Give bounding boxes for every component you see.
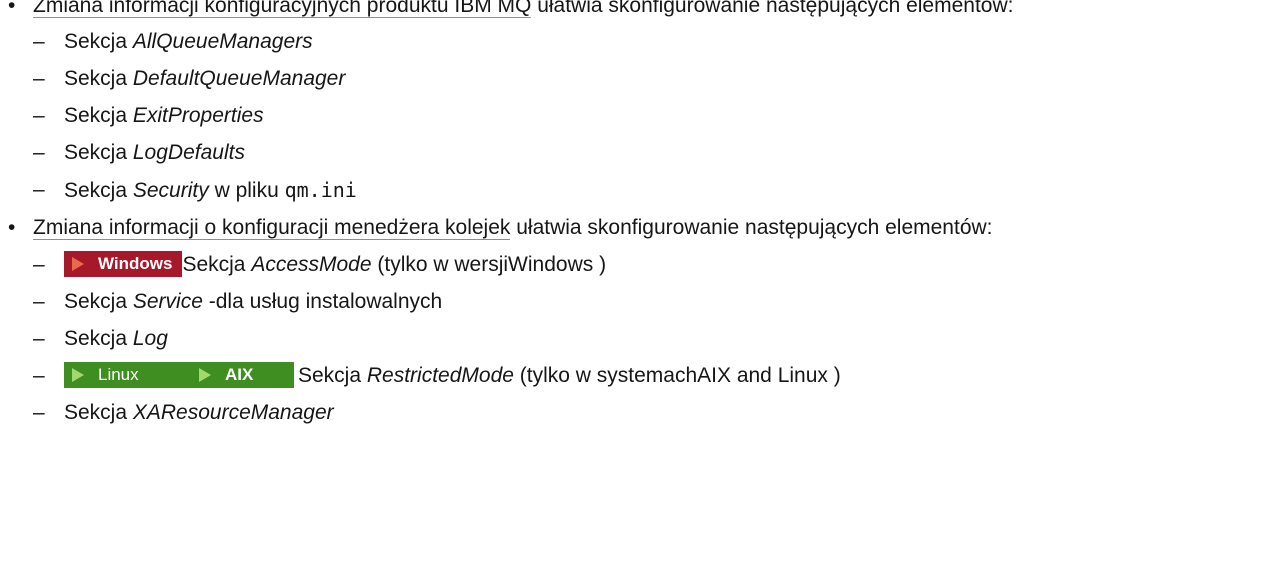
section-name: LogDefaults: [132, 141, 245, 164]
section-name: ExitProperties: [132, 104, 264, 127]
section-name: RestrictedMode: [366, 364, 514, 387]
sublist-item: – Linux AIX Sekcja RestrictedMode (tylko w …: [33, 362, 841, 388]
sublist: – Sekcja AllQueueManagers – Sekcja Default…: [33, 28, 1269, 205]
file-name: qm.ini: [284, 178, 357, 202]
section-name: Security: [132, 179, 209, 202]
arrow-icon: [72, 257, 84, 271]
section-name: Log: [132, 327, 168, 350]
bullet: •: [8, 216, 16, 239]
sublist: – Windows Sekcja AccessMode (tylko w wersj…: [33, 251, 1269, 427]
sublist-item: – Sekcja Security w pliku qm.ini: [33, 178, 357, 202]
sublist-item: – Sekcja LogDefaults: [33, 141, 245, 164]
list-item: • Zmiana informacji konfiguracyjnych pro…: [0, 0, 1269, 205]
item-text: ułatwia skonfigurowanie następujących el…: [510, 216, 993, 239]
sublist-item: – Sekcja XAResourceManager: [33, 401, 334, 424]
list-item: • Zmiana informacji o konfiguracji mened…: [0, 214, 1269, 427]
section-name: DefaultQueueManager: [132, 67, 346, 90]
link-ibm-mq-config[interactable]: Zmiana informacji konfiguracyjnych produ…: [33, 0, 532, 18]
sublist-item: – Windows Sekcja AccessMode (tylko w wersj…: [33, 251, 607, 277]
section-name: AccessMode: [251, 253, 372, 276]
sublist-item: – Sekcja AllQueueManagers: [33, 30, 313, 53]
section-name: XAResourceManager: [132, 401, 334, 424]
arrow-icon: [199, 368, 211, 382]
link-queue-manager-config[interactable]: Zmiana informacji o konfiguracji menedże…: [33, 216, 511, 240]
section-name: Service: [132, 290, 203, 313]
section-name: AllQueueManagers: [132, 30, 313, 53]
config-list: • Zmiana informacji konfiguracyjnych pro…: [0, 0, 1269, 427]
item-text: ułatwia skonfigurowanie następujących el…: [531, 0, 1014, 17]
sublist-item: – Sekcja Log: [33, 327, 168, 350]
windows-badge: Windows: [64, 251, 183, 277]
sublist-item: – Sekcja ExitProperties: [33, 104, 264, 127]
arrow-icon: [72, 368, 84, 382]
bullet: •: [8, 0, 16, 17]
aix-badge: AIX: [191, 362, 294, 388]
sublist-item: – Sekcja DefaultQueueManager: [33, 67, 346, 90]
sublist-item: – Sekcja Service -dla usług instalowalnyc…: [33, 290, 443, 313]
linux-badge: Linux: [64, 362, 191, 388]
document-page: • Zmiana informacji konfiguracyjnych pro…: [0, 0, 1269, 570]
